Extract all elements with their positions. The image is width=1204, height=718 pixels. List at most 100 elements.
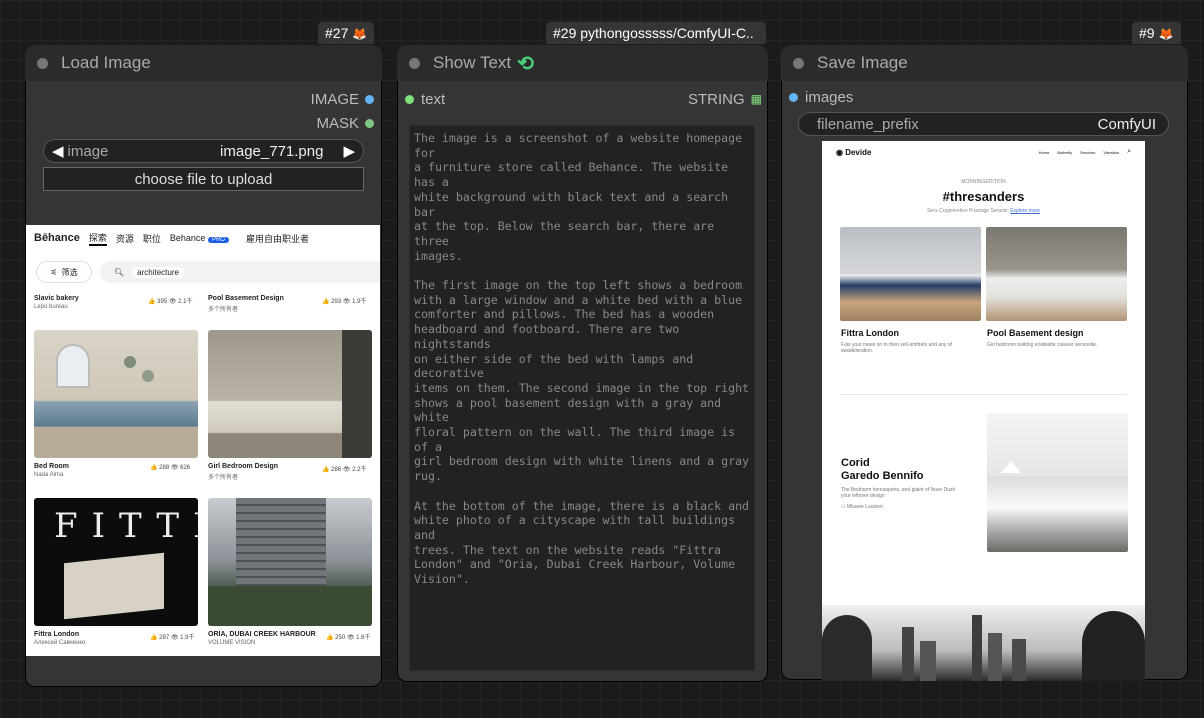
preview-navbar: ◉ Devide Home Butterfly Services Vibrati… (822, 141, 1145, 163)
arrow-left-icon[interactable]: ◀ (52, 142, 64, 160)
input-slot-text[interactable]: text STRING ▦ (397, 87, 768, 111)
widget-label: filename_prefix (817, 115, 919, 133)
collapse-dot[interactable] (409, 57, 420, 69)
search-bar: 🔍︎ architecture (100, 261, 380, 283)
search-icon: 🔍︎ (114, 267, 125, 277)
feature-title: Garedo Bennifo (841, 470, 924, 482)
card-stats: 👍 395 👁 2.1千 (148, 299, 193, 305)
card-stats: 👍 286 👁 2.2千 (322, 467, 367, 473)
bedroom-image (34, 330, 198, 458)
card-title: Fittra London (841, 328, 899, 338)
preview-navbar: Bēhance 探索 资源 职位 Behance PRO 雇用自由职业者 (26, 225, 380, 251)
slot-label: images (805, 88, 854, 106)
slot-label: IMAGE (310, 90, 359, 108)
filter-pill: ⚟ 筛选 (36, 261, 92, 283)
nav-item: 雇用自由职业者 (245, 233, 309, 244)
card-owner: Lepo bureau (34, 304, 68, 310)
image-combo-widget[interactable]: ◀ image image_771.png ▶ (43, 139, 364, 163)
image-preview: Bēhance 探索 资源 职位 Behance PRO 雇用自由职业者 ⚟ 筛选… (26, 225, 380, 656)
bedroom-render-image (840, 227, 981, 321)
divider (840, 394, 1127, 395)
eyebrow-text: MORNINGEDITION (961, 179, 1006, 185)
fox-icon: 🦊 (1158, 27, 1174, 41)
card-desc: Girl bedroom buildng ersdeatte culeeur s… (987, 342, 1098, 348)
output-slot-mask[interactable]: MASK (25, 111, 382, 135)
input-dot[interactable] (405, 94, 414, 104)
arrow-right-icon[interactable]: ▶ (343, 142, 355, 160)
fox-icon: 🦊 (352, 27, 368, 41)
node-title-bar[interactable]: Show Text ⟲ (397, 45, 768, 81)
oria-image (208, 498, 372, 626)
collapse-dot[interactable] (793, 57, 804, 69)
node-id-badge-27: #27 🦊 (318, 22, 375, 44)
widget-value: ComfyUI (1097, 115, 1156, 133)
text-output-area[interactable]: The image is a screenshot of a website h… (409, 125, 755, 671)
save-image-node[interactable]: Save Image images filename_prefix ComfyU… (781, 45, 1188, 681)
behance-logo: Bēhance (34, 232, 80, 244)
widget-value: image_771.png (220, 142, 324, 160)
node-id-badge-9: #9 🦊 (1132, 22, 1181, 44)
fittra-image: FITTRA (34, 498, 198, 626)
card-title: Girl Bedroom Design (208, 463, 279, 470)
widget-label: image (67, 142, 109, 160)
card-stats: 👍 288 👁 626 (150, 465, 191, 471)
show-text-node[interactable]: Show Text ⟲ text STRING ▦ The image is a… (397, 45, 768, 682)
card-title: Fittra London (34, 631, 80, 638)
card-owner: 多个所有者 (208, 307, 239, 313)
nav-item: 资源 (115, 233, 134, 244)
card-owner: Nada Alma (34, 472, 64, 478)
search-icon: ⌕ (1127, 148, 1131, 155)
load-image-node[interactable]: Load Image IMAGE MASK ◀ image image_771.… (25, 45, 382, 687)
node-title: Load Image (61, 53, 151, 72)
filter-icon: ⚟ (50, 267, 58, 277)
collapse-dot[interactable] (37, 57, 48, 69)
nav-item: Home (1038, 149, 1050, 155)
card-owner: Алексей Савченко (34, 640, 86, 646)
card-owner: VOLUME VISION (208, 640, 256, 646)
card-title: Slavic bakery (34, 295, 79, 302)
output-slot-image[interactable]: IMAGE (25, 87, 382, 111)
node-title: Save Image (817, 53, 908, 72)
user-icon: ⚇ (841, 504, 846, 510)
output-dot[interactable] (365, 118, 374, 128)
node-title-bar[interactable]: Save Image (781, 45, 1188, 81)
devide-logo: ◉ Devide (836, 147, 872, 157)
node-id-badge-29: #29 pythongosssss/ComfyUI-C.. (546, 22, 766, 44)
slot-label: STRING (687, 90, 745, 108)
slot-label: MASK (316, 114, 359, 132)
nav-item: Vibration (1103, 149, 1120, 155)
filename-prefix-widget[interactable]: filename_prefix ComfyUI (798, 112, 1169, 136)
nav-item: Butterfly (1057, 149, 1073, 155)
preview-heading: #thresanders (942, 189, 1025, 204)
card-owner: 多个所有者 (208, 475, 239, 481)
grid-output-icon[interactable]: ▦ (751, 92, 762, 106)
tagline: Sera Cragmention Prastage Seramic Explor… (927, 208, 1040, 214)
feature-desc: The Bedroom hereasperts, and glaint of N… (841, 487, 955, 499)
snake-icon: ⟲ (517, 52, 534, 75)
girl-bedroom-image (208, 330, 372, 458)
nav-item: 探索 (88, 231, 107, 246)
card-stats: 👍 287 👁 1.9千 (150, 635, 195, 641)
feature-title: Corid (841, 457, 870, 469)
pro-badge: PRO (207, 237, 229, 243)
feature-author: ⚇ Mbaree Louisen (841, 504, 883, 510)
input-slot-images[interactable]: images (781, 85, 1188, 109)
card-desc: Fuis your meek on to then sell-amfirets … (841, 342, 952, 354)
pool-basement-render-image (986, 227, 1127, 321)
node-title: Show Text (433, 53, 512, 72)
nav-item: Services (1080, 149, 1096, 155)
card-title: ORIA, DUBAI CREEK HARBOUR (208, 631, 316, 638)
image-preview: ◉ Devide Home Butterfly Services Vibrati… (822, 141, 1145, 681)
nav-item: 职位 (142, 233, 161, 244)
cityscape-image (822, 605, 1145, 681)
output-dot[interactable] (365, 94, 374, 104)
input-dot[interactable] (789, 92, 798, 102)
slot-label: text (421, 90, 446, 108)
card-stats: 👍 250 👁 1.6千 (326, 635, 371, 641)
card-title: Bed Room (34, 463, 69, 470)
bedroom-feature-image (987, 413, 1128, 552)
upload-button[interactable]: choose file to upload (43, 167, 364, 191)
card-title: Pool Basement Design (208, 295, 284, 302)
node-title-bar[interactable]: Load Image (25, 45, 382, 81)
card-title: Pool Basement design (987, 328, 1084, 338)
